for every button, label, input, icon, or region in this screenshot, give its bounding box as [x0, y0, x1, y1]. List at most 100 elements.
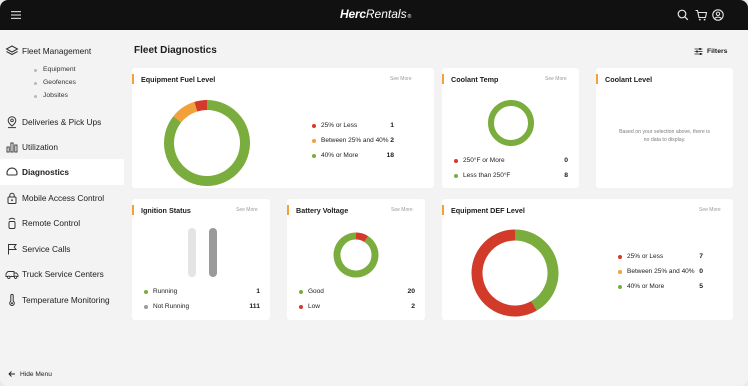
sidebar-item-label: Service Calls — [22, 244, 71, 254]
donut-segment-green — [333, 232, 379, 278]
sidebar-subitem-geofences[interactable]: Geofences — [0, 78, 124, 90]
see-more-link[interactable]: See More — [390, 76, 412, 82]
sidebar-subitem-label: Jobsites — [43, 92, 68, 99]
fuel-donut-chart — [164, 100, 250, 186]
brand-mark: ® — [407, 14, 412, 20]
sidebar-subitem-jobsites[interactable]: Jobsites — [0, 91, 124, 103]
sidebar-item-label: Mobile Access Control — [22, 193, 105, 203]
legend-dot-green — [312, 153, 316, 158]
sidebar: Fleet Management Equipment Geofences Job… — [0, 30, 124, 386]
card-ignition-status: Ignition Status See More Running 1 Not R… — [132, 199, 270, 320]
sidebar-item-label: Remote Control — [22, 218, 81, 228]
gauge-icon — [6, 167, 18, 176]
hide-menu-button[interactable]: Hide Menu — [8, 370, 52, 378]
see-more-link[interactable]: See More — [699, 207, 721, 213]
legend-item: Running — [144, 288, 177, 295]
sidebar-subitem-label: Equipment — [43, 66, 76, 73]
sidebar-item-service-calls[interactable]: Service Calls — [0, 236, 124, 262]
sidebar-subitem-equipment[interactable]: Equipment — [0, 65, 124, 77]
legend-dot-orange — [312, 138, 316, 143]
sidebar-item-truck-service-centers[interactable]: Truck Service Centers — [0, 261, 124, 287]
card-title: Ignition Status — [141, 206, 191, 215]
donut-segment-red — [471, 229, 537, 317]
legend-dot-green — [618, 284, 622, 289]
legend-label: Low — [308, 303, 320, 310]
thermometer-icon — [9, 293, 15, 306]
see-more-link[interactable]: See More — [545, 76, 567, 82]
truck-icon — [5, 271, 19, 279]
sidebar-item-label: Diagnostics — [22, 167, 70, 177]
empty-state-message: Based on your selection above, there is … — [602, 129, 727, 145]
sidebar-item-label: Truck Service Centers — [22, 269, 104, 279]
legend-value: 0 — [564, 157, 568, 164]
hamburger-menu-icon[interactable] — [8, 7, 24, 23]
card-battery-voltage: Battery Voltage See More Good 20 Low 2 — [287, 199, 425, 320]
card-accent — [442, 74, 444, 84]
legend-value: 2 — [390, 137, 394, 144]
sidebar-item-diagnostics[interactable]: Diagnostics — [0, 159, 124, 185]
card-coolant-level: Coolant Level Based on your selection ab… — [596, 68, 733, 188]
filters-button[interactable]: Filters — [694, 47, 727, 56]
ignition-bar-chart — [188, 228, 217, 277]
legend-dot-green — [454, 173, 458, 178]
card-title: Equipment DEF Level — [451, 206, 525, 215]
sidebar-item-label: Temperature Monitoring — [22, 295, 110, 305]
ignition-bar-running — [188, 228, 196, 277]
legend-value: 20 — [407, 288, 415, 295]
legend-value: 0 — [699, 268, 703, 275]
location-pin-icon — [7, 116, 17, 129]
legend-dot-red — [454, 158, 458, 163]
cart-icon[interactable] — [694, 8, 708, 22]
legend-dot-red — [299, 304, 303, 309]
sidebar-item-mobile-access-control[interactable]: Mobile Access Control — [0, 185, 124, 211]
card-title: Coolant Temp — [451, 75, 499, 84]
search-icon[interactable] — [676, 8, 690, 22]
legend-label: 25% or Less — [321, 122, 358, 129]
legend-label: Running — [153, 288, 178, 295]
bullet — [34, 95, 37, 98]
sidebar-item-deliveries[interactable]: Deliveries & Pick Ups — [0, 109, 124, 135]
sidebar-subitem-label: Geofences — [43, 79, 76, 86]
legend-value: 7 — [699, 253, 703, 260]
see-more-link[interactable]: See More — [236, 207, 258, 213]
legend-label: 40% or More — [321, 152, 359, 159]
top-bar: Herc Rentals ® — [0, 0, 748, 30]
card-title: Battery Voltage — [296, 206, 349, 215]
legend-label: Less than 250°F — [463, 172, 511, 179]
see-more-link[interactable]: See More — [391, 207, 413, 213]
legend-label: 40% or More — [627, 283, 665, 290]
legend-item: Not Running — [144, 303, 189, 310]
legend-label: 250°F or More — [463, 157, 505, 164]
brand-logo[interactable]: Herc Rentals ® — [340, 7, 411, 23]
sidebar-item-temperature-monitoring[interactable]: Temperature Monitoring — [0, 287, 124, 313]
layers-icon — [5, 45, 19, 56]
sidebar-item-remote-control[interactable]: Remote Control — [0, 210, 124, 236]
sidebar-item-fleet-management[interactable]: Fleet Management — [0, 38, 124, 64]
legend-dot-red — [618, 254, 622, 259]
card-equipment-fuel-level: Equipment Fuel Level See More 25% or Les… — [132, 68, 434, 188]
def-donut-chart — [471, 229, 559, 317]
sliders-icon — [694, 48, 703, 55]
legend-label: 25% or Less — [627, 253, 664, 260]
bar-chart-icon — [6, 142, 18, 153]
lock-icon — [7, 192, 17, 204]
legend-item: Good — [299, 288, 324, 295]
donut-segment-green — [514, 229, 559, 311]
legend-value: 2 — [411, 303, 415, 310]
account-icon[interactable] — [711, 8, 725, 22]
arrow-left-icon — [8, 371, 15, 377]
sidebar-item-utilization[interactable]: Utilization — [0, 134, 124, 160]
empty-state-line: no data to display. — [643, 136, 686, 143]
legend-dot-green — [144, 289, 148, 294]
page-title: Fleet Diagnostics — [134, 45, 217, 56]
coolant-temp-donut-chart — [488, 100, 534, 146]
legend-dot-orange — [618, 269, 622, 274]
bullet — [34, 82, 37, 85]
legend-dot-red — [312, 123, 316, 128]
card-accent — [596, 74, 598, 84]
donut-segment-red — [355, 232, 369, 243]
legend-item: 25% or Less — [312, 122, 357, 129]
legend-value: 8 — [564, 172, 568, 179]
hide-menu-label: Hide Menu — [20, 370, 52, 378]
sidebar-item-label: Deliveries & Pick Ups — [22, 117, 102, 127]
